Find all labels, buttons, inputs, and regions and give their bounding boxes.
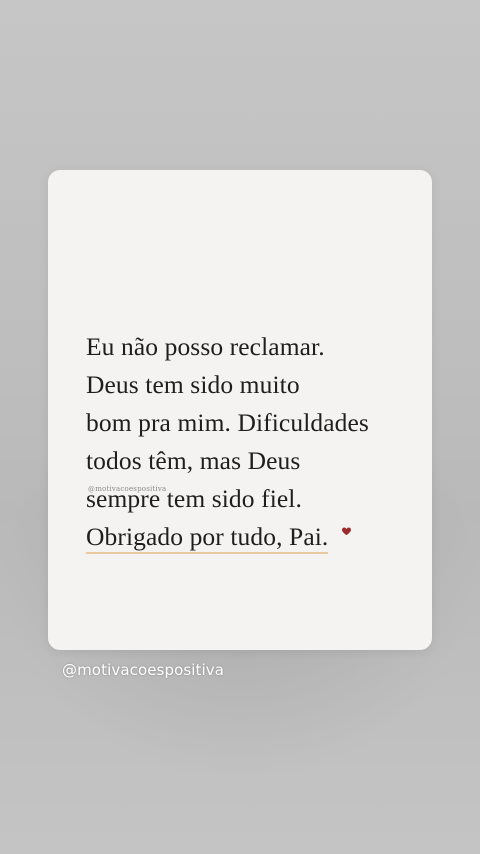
quote-text: Eu não posso reclamar. Deus tem sido mui…: [86, 328, 426, 556]
watermark: @motivacoespositiva: [88, 485, 167, 493]
quote-line-3: bom pra mim. Dificuldades: [86, 408, 369, 437]
highlight-underline: [86, 552, 329, 554]
quote-line-4: todos têm, mas Deus: [86, 446, 301, 475]
quote-card: Eu não posso reclamar. Deus tem sido mui…: [48, 170, 432, 650]
account-handle[interactable]: @motivacoespositiva: [62, 661, 224, 679]
heart-icon: [342, 527, 351, 536]
quote-line-2: Deus tem sido muito: [86, 370, 300, 399]
quote-line-1: Eu não posso reclamar.: [86, 332, 325, 361]
quote-line-6: Obrigado por tudo, Pai.: [86, 518, 329, 556]
quote-line-6-text: Obrigado por tudo, Pai.: [86, 522, 329, 551]
